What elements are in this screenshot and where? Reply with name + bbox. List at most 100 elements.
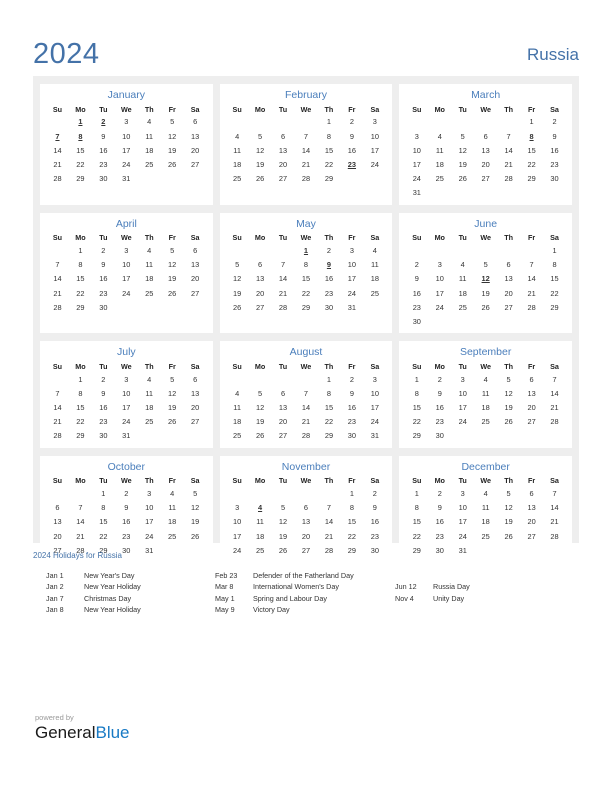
day-cell[interactable]: 29 bbox=[317, 172, 340, 186]
day-cell[interactable]: 20 bbox=[184, 144, 207, 158]
day-cell[interactable]: 17 bbox=[451, 401, 474, 415]
day-cell[interactable]: 5 bbox=[161, 373, 184, 387]
day-cell[interactable]: 21 bbox=[520, 287, 543, 301]
day-cell[interactable]: 11 bbox=[363, 258, 386, 272]
day-cell[interactable]: 12 bbox=[497, 501, 520, 515]
day-cell[interactable]: 28 bbox=[46, 301, 69, 315]
day-cell[interactable]: 9 bbox=[92, 387, 115, 401]
day-cell[interactable]: 5 bbox=[249, 387, 272, 401]
day-cell[interactable]: 21 bbox=[46, 415, 69, 429]
day-cell[interactable]: 19 bbox=[451, 158, 474, 172]
day-cell[interactable]: 6 bbox=[249, 258, 272, 272]
day-cell[interactable]: 14 bbox=[520, 272, 543, 286]
day-cell[interactable]: 27 bbox=[497, 301, 520, 315]
day-cell[interactable]: 4 bbox=[474, 487, 497, 501]
day-cell[interactable]: 18 bbox=[138, 272, 161, 286]
day-cell[interactable]: 10 bbox=[451, 387, 474, 401]
day-cell[interactable]: 8 bbox=[69, 387, 92, 401]
day-cell[interactable]: 12 bbox=[249, 144, 272, 158]
day-cell[interactable]: 7 bbox=[520, 258, 543, 272]
day-cell[interactable]: 7 bbox=[317, 501, 340, 515]
day-cell[interactable]: 7 bbox=[543, 373, 566, 387]
day-cell[interactable]: 21 bbox=[543, 401, 566, 415]
day-cell[interactable]: 14 bbox=[46, 144, 69, 158]
day-cell[interactable]: 11 bbox=[138, 130, 161, 144]
day-cell[interactable]: 18 bbox=[451, 287, 474, 301]
day-cell[interactable]: 20 bbox=[272, 158, 295, 172]
day-cell[interactable]: 30 bbox=[428, 429, 451, 443]
day-cell[interactable]: 11 bbox=[474, 501, 497, 515]
day-cell[interactable]: 28 bbox=[295, 172, 318, 186]
day-cell[interactable]: 26 bbox=[249, 429, 272, 443]
day-cell[interactable]: 8 bbox=[295, 258, 318, 272]
day-cell[interactable]: 15 bbox=[69, 272, 92, 286]
day-cell[interactable]: 22 bbox=[69, 158, 92, 172]
day-cell[interactable]: 10 bbox=[340, 258, 363, 272]
day-cell-holiday[interactable]: 8 bbox=[69, 130, 92, 144]
day-cell[interactable]: 4 bbox=[138, 244, 161, 258]
day-cell[interactable]: 13 bbox=[520, 387, 543, 401]
day-cell[interactable]: 6 bbox=[184, 244, 207, 258]
day-cell[interactable]: 22 bbox=[69, 415, 92, 429]
day-cell[interactable]: 3 bbox=[226, 501, 249, 515]
day-cell[interactable]: 4 bbox=[474, 373, 497, 387]
day-cell-holiday[interactable]: 1 bbox=[69, 115, 92, 129]
day-cell[interactable]: 17 bbox=[115, 272, 138, 286]
day-cell[interactable]: 16 bbox=[340, 144, 363, 158]
day-cell[interactable]: 25 bbox=[474, 530, 497, 544]
day-cell[interactable]: 11 bbox=[138, 258, 161, 272]
day-cell[interactable]: 16 bbox=[92, 401, 115, 415]
day-cell[interactable]: 10 bbox=[115, 387, 138, 401]
day-cell[interactable]: 20 bbox=[184, 401, 207, 415]
day-cell[interactable]: 30 bbox=[340, 429, 363, 443]
day-cell[interactable]: 26 bbox=[249, 172, 272, 186]
day-cell[interactable]: 8 bbox=[405, 387, 428, 401]
day-cell[interactable]: 27 bbox=[474, 172, 497, 186]
day-cell[interactable]: 11 bbox=[226, 144, 249, 158]
day-cell[interactable]: 5 bbox=[451, 130, 474, 144]
day-cell[interactable]: 12 bbox=[497, 387, 520, 401]
day-cell[interactable]: 29 bbox=[69, 301, 92, 315]
day-cell[interactable]: 9 bbox=[340, 130, 363, 144]
day-cell[interactable]: 5 bbox=[497, 487, 520, 501]
day-cell[interactable]: 14 bbox=[46, 272, 69, 286]
day-cell[interactable]: 16 bbox=[92, 144, 115, 158]
day-cell[interactable]: 24 bbox=[115, 287, 138, 301]
day-cell[interactable]: 14 bbox=[69, 515, 92, 529]
day-cell[interactable]: 24 bbox=[363, 158, 386, 172]
day-cell[interactable]: 19 bbox=[161, 401, 184, 415]
day-cell[interactable]: 22 bbox=[317, 415, 340, 429]
day-cell[interactable]: 13 bbox=[497, 272, 520, 286]
day-cell[interactable]: 16 bbox=[363, 515, 386, 529]
day-cell[interactable]: 13 bbox=[184, 258, 207, 272]
day-cell[interactable]: 17 bbox=[428, 287, 451, 301]
day-cell[interactable]: 1 bbox=[69, 244, 92, 258]
day-cell-holiday[interactable]: 2 bbox=[92, 115, 115, 129]
day-cell[interactable]: 22 bbox=[317, 158, 340, 172]
day-cell[interactable]: 8 bbox=[340, 501, 363, 515]
day-cell[interactable]: 17 bbox=[363, 144, 386, 158]
day-cell[interactable]: 3 bbox=[115, 244, 138, 258]
day-cell[interactable]: 18 bbox=[138, 144, 161, 158]
day-cell[interactable]: 31 bbox=[363, 429, 386, 443]
day-cell[interactable]: 15 bbox=[317, 144, 340, 158]
day-cell[interactable]: 12 bbox=[184, 501, 207, 515]
day-cell[interactable]: 24 bbox=[405, 172, 428, 186]
day-cell[interactable]: 3 bbox=[428, 258, 451, 272]
day-cell[interactable]: 4 bbox=[226, 130, 249, 144]
day-cell[interactable]: 20 bbox=[497, 287, 520, 301]
day-cell[interactable]: 31 bbox=[115, 172, 138, 186]
day-cell[interactable]: 6 bbox=[184, 115, 207, 129]
day-cell[interactable]: 16 bbox=[428, 401, 451, 415]
day-cell[interactable]: 26 bbox=[161, 158, 184, 172]
day-cell[interactable]: 9 bbox=[92, 130, 115, 144]
day-cell[interactable]: 26 bbox=[451, 172, 474, 186]
day-cell[interactable]: 17 bbox=[451, 515, 474, 529]
day-cell[interactable]: 26 bbox=[474, 301, 497, 315]
day-cell[interactable]: 21 bbox=[497, 158, 520, 172]
day-cell[interactable]: 24 bbox=[451, 530, 474, 544]
day-cell[interactable]: 25 bbox=[451, 301, 474, 315]
day-cell[interactable]: 21 bbox=[46, 158, 69, 172]
day-cell[interactable]: 19 bbox=[184, 515, 207, 529]
day-cell[interactable]: 11 bbox=[451, 272, 474, 286]
